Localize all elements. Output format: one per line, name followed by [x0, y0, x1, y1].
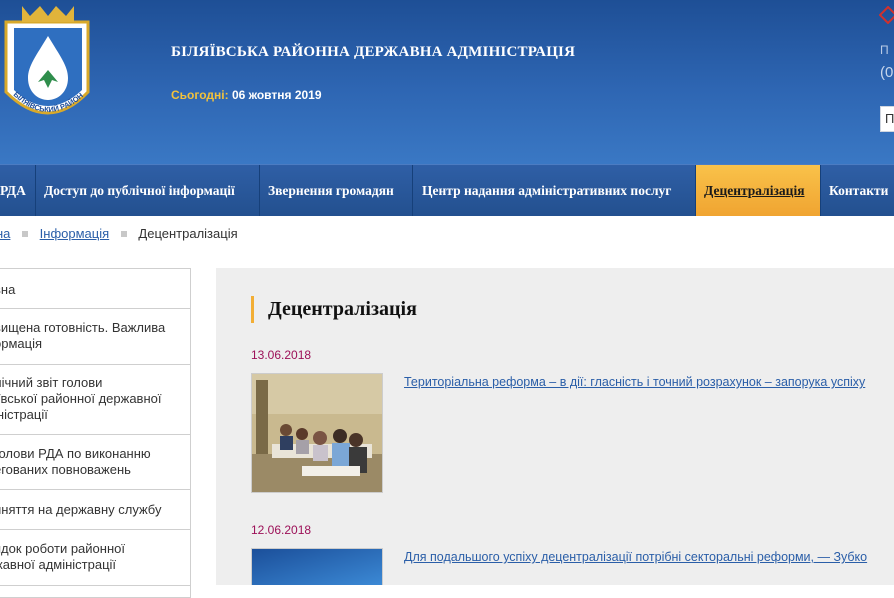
- meeting-photo: [252, 374, 382, 492]
- diamond-icon[interactable]: [879, 6, 894, 24]
- sidebar-item-work-order[interactable]: ядок роботи районної жавної адміністраці…: [0, 530, 190, 586]
- coat-of-arms-logo[interactable]: БІЛЯЇВСЬКИЙ РАЙОН: [0, 0, 96, 136]
- sidebar-menu: вна вищена готовність. Важлива ормація л…: [0, 268, 191, 598]
- nav-item-admin-services[interactable]: Центр надання адміністративних послуг: [413, 165, 696, 216]
- sidebar-item-label: ядок роботи районної жавної адміністраці…: [0, 541, 125, 572]
- nav-item-public-info[interactable]: Доступ до публічної інформації: [36, 165, 260, 216]
- breadcrumb-home[interactable]: на: [0, 226, 10, 241]
- news-image: [252, 549, 382, 585]
- nav-item-appeals[interactable]: Звернення громадян: [260, 165, 413, 216]
- breadcrumb-separator: [22, 231, 29, 238]
- header-phone: (0: [880, 64, 894, 81]
- sidebar-item-readiness[interactable]: вищена готовність. Важлива ормація: [0, 309, 190, 365]
- sidebar-item-report[interactable]: лічний звіт голови іївської районної дер…: [0, 365, 190, 435]
- breadcrumb-info[interactable]: Інформація: [40, 226, 110, 241]
- breadcrumb-current: Децентралізація: [138, 226, 238, 241]
- news-link[interactable]: Для подальшого успіху децентралізації по…: [404, 550, 867, 564]
- news-thumbnail[interactable]: [251, 373, 383, 493]
- news-thumbnail[interactable]: [251, 548, 383, 585]
- breadcrumb: на Інформація Децентралізація: [0, 226, 238, 241]
- today-label: Сьогодні:: [171, 88, 229, 102]
- site-title: БІЛЯЇВСЬКА РАЙОННА ДЕРЖАВНА АДМІНІСТРАЦІ…: [171, 44, 576, 60]
- current-date: Сьогодні: 06 жовтня 2019: [171, 88, 322, 102]
- sidebar-item-delegated-powers[interactable]: голови РДА по виконанню егованих повнова…: [0, 435, 190, 490]
- nav-item-rda[interactable]: РДА: [0, 165, 36, 216]
- news-date: 13.06.2018: [251, 348, 312, 362]
- nav-item-decentralization[interactable]: Децентралізація: [696, 165, 821, 216]
- sidebar-item-civil-service[interactable]: йняття на державну службу: [0, 490, 190, 530]
- nav-item-contacts[interactable]: Контакти: [821, 165, 894, 216]
- news-link[interactable]: Територіальна реформа – в дії: гласність…: [404, 375, 865, 389]
- search-input[interactable]: П: [880, 106, 894, 132]
- news-date: 12.06.2018: [251, 523, 312, 537]
- sidebar-item-label: йняття на державну службу: [0, 502, 162, 517]
- sidebar-item-label: вищена готовність. Важлива ормація: [0, 320, 166, 351]
- header-info-label: П: [880, 43, 889, 57]
- today-value: 06 жовтня 2019: [231, 88, 322, 102]
- sidebar-item-label: голови РДА по виконанню егованих повнова…: [0, 446, 151, 477]
- page-title: Децентралізація: [251, 296, 417, 323]
- main-nav: РДА Доступ до публічної інформації Зверн…: [0, 164, 894, 216]
- sidebar-item-label: вна: [0, 282, 16, 297]
- breadcrumb-separator: [120, 231, 127, 238]
- site-header: БІЛЯЇВСЬКИЙ РАЙОН БІЛЯЇВСЬКА РАЙОННА ДЕР…: [0, 0, 894, 164]
- sidebar-item-label: лічний звіт голови іївської районної дер…: [0, 375, 162, 422]
- sidebar-item-main[interactable]: вна: [0, 269, 190, 309]
